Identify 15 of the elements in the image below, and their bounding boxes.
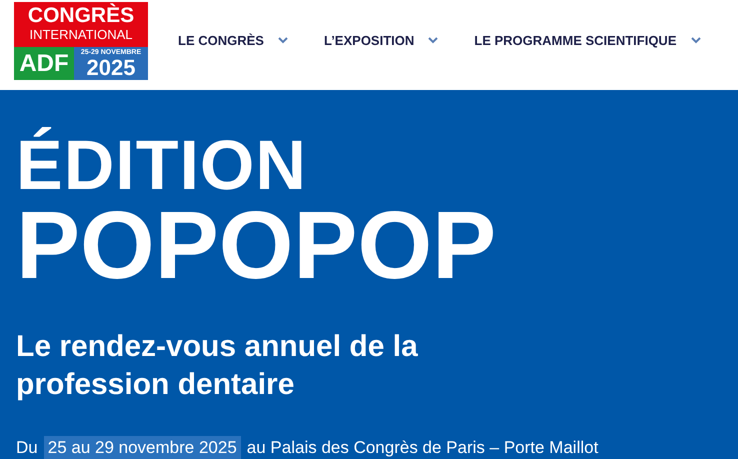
logo-text: CONGRÈS <box>28 4 134 27</box>
chevron-down-icon <box>690 37 700 44</box>
date-highlight: 25 au 29 novembre 2025 <box>44 436 241 459</box>
chevron-down-icon <box>278 37 288 44</box>
date-text: Du <box>16 438 38 458</box>
nav-menu-item[interactable]: L’EXPOSITION <box>324 33 438 48</box>
venue-text: au Palais des Congrès de Paris – Porte Maillot <box>246 438 598 458</box>
chevron-down-icon <box>428 37 438 44</box>
logo-text: INTERNATIONAL <box>29 27 133 42</box>
nav-menu-item[interactable]: LE CONGRÈS <box>178 33 288 48</box>
logo-text: ADF <box>19 50 69 78</box>
hero-subtitle: Le rendez-vous annuel de la profession dentaire <box>16 329 419 403</box>
hero-title: POPOPOP <box>16 200 498 292</box>
nav-menu-item[interactable]: LE PROGRAMME SCIENTIFIQUE <box>474 33 700 48</box>
logo-text: 2025 <box>86 57 136 79</box>
